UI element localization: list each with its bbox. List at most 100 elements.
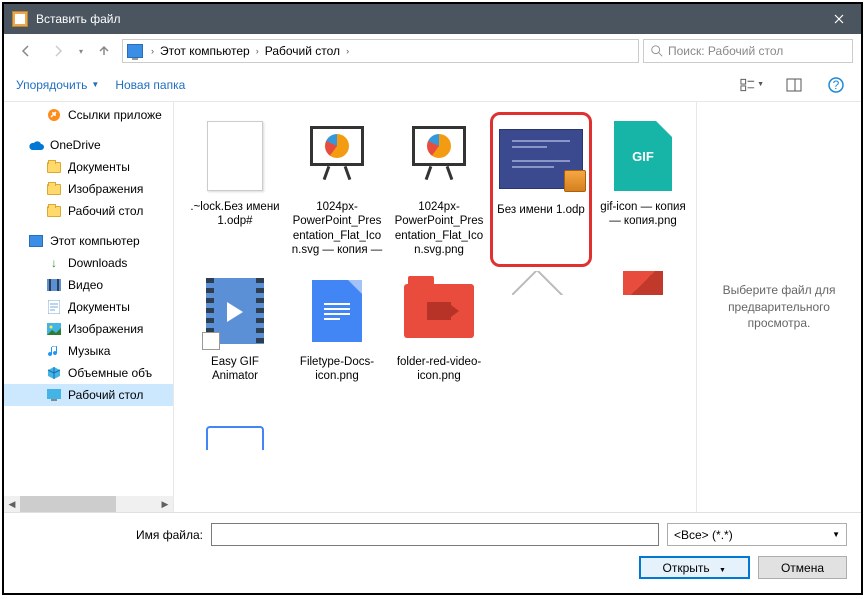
presentation-icon bbox=[409, 126, 469, 186]
new-folder-button[interactable]: Новая папка bbox=[115, 78, 185, 92]
partial-icon bbox=[623, 271, 663, 295]
gif-icon: GIF bbox=[614, 121, 672, 191]
help-button[interactable]: ? bbox=[823, 73, 849, 97]
view-icon bbox=[740, 78, 755, 92]
download-icon: ↓ bbox=[46, 255, 62, 271]
breadcrumb-path[interactable]: › Этот компьютер › Рабочий стол › bbox=[122, 39, 639, 63]
navigation-tree: Ссылки приложе OneDrive Документы Изобра… bbox=[4, 102, 174, 512]
organize-menu[interactable]: Упорядочить▼ bbox=[16, 78, 99, 92]
pc-icon bbox=[28, 233, 44, 249]
up-button[interactable] bbox=[90, 38, 118, 64]
pc-icon bbox=[127, 44, 143, 58]
film-icon bbox=[206, 278, 264, 344]
file-item[interactable]: .~lock.Без имени 1.odp# bbox=[184, 112, 286, 267]
window-title: Вставить файл bbox=[36, 12, 816, 26]
file-item-highlighted[interactable]: Без имени 1.odp bbox=[490, 112, 592, 267]
chevron-right-icon[interactable]: › bbox=[342, 46, 353, 56]
music-icon bbox=[46, 343, 62, 359]
folder-icon bbox=[46, 203, 62, 219]
documents-icon bbox=[46, 299, 62, 315]
onedrive-icon bbox=[28, 137, 44, 153]
title-bar: Вставить файл bbox=[4, 4, 861, 34]
odp-thumbnail bbox=[499, 129, 583, 189]
video-icon bbox=[46, 277, 62, 293]
arrow-left-icon bbox=[18, 43, 34, 59]
scroll-left-icon[interactable]: ◀ bbox=[4, 496, 20, 512]
presentation-icon bbox=[307, 126, 367, 186]
preview-pane-button[interactable] bbox=[781, 73, 807, 97]
folder-red-icon bbox=[404, 284, 474, 338]
chevron-right-icon[interactable]: › bbox=[147, 46, 158, 56]
file-item[interactable]: 1024px-PowerPoint_Presentation_Flat_Icon… bbox=[286, 112, 388, 267]
sidebar-scrollbar[interactable]: ◀▶ bbox=[4, 496, 173, 512]
sidebar-item-app-links[interactable]: Ссылки приложе bbox=[4, 104, 173, 126]
split-caret-icon: ▼ bbox=[719, 567, 726, 574]
file-item-partial[interactable] bbox=[184, 422, 286, 452]
open-button[interactable]: Открыть ▼ bbox=[639, 556, 750, 579]
shortcut-icon bbox=[202, 332, 220, 350]
arrow-right-icon bbox=[50, 43, 66, 59]
file-item[interactable]: Easy GIF Animator bbox=[184, 267, 286, 422]
close-button[interactable] bbox=[816, 4, 861, 34]
breadcrumb-root[interactable]: Этот компьютер bbox=[158, 44, 252, 58]
view-options-button[interactable]: ▼ bbox=[739, 73, 765, 97]
sidebar-item-downloads[interactable]: ↓Downloads bbox=[4, 252, 173, 274]
forward-button[interactable] bbox=[44, 38, 72, 64]
sidebar-item-od-desktop[interactable]: Рабочий стол bbox=[4, 200, 173, 222]
sidebar-item-od-docs[interactable]: Документы bbox=[4, 156, 173, 178]
file-item-partial[interactable] bbox=[592, 267, 694, 297]
svg-text:?: ? bbox=[833, 78, 840, 92]
preview-pane: Выберите файл для предварительного просм… bbox=[696, 102, 861, 512]
partial-icon bbox=[206, 426, 264, 450]
docs-icon bbox=[312, 280, 362, 342]
breadcrumb-folder[interactable]: Рабочий стол bbox=[263, 44, 342, 58]
search-placeholder: Поиск: Рабочий стол bbox=[668, 44, 783, 58]
blank-file-icon bbox=[207, 121, 263, 191]
toolbar: Упорядочить▼ Новая папка ▼ ? bbox=[4, 68, 861, 102]
images-icon bbox=[46, 321, 62, 337]
pane-icon bbox=[786, 78, 802, 92]
cube-icon bbox=[46, 365, 62, 381]
arrow-up-icon bbox=[96, 43, 112, 59]
file-item-partial[interactable] bbox=[490, 267, 592, 297]
app-icon bbox=[12, 11, 28, 27]
main-area: Ссылки приложе OneDrive Документы Изобра… bbox=[4, 102, 861, 512]
dialog-window: Вставить файл ▾ › Этот компьютер › Рабоч… bbox=[2, 2, 863, 595]
partial-icon bbox=[512, 271, 570, 295]
sidebar-item-desktop[interactable]: Рабочий стол bbox=[4, 384, 173, 406]
close-icon bbox=[834, 14, 844, 24]
desktop-icon bbox=[46, 387, 62, 403]
back-button[interactable] bbox=[12, 38, 40, 64]
help-icon: ? bbox=[828, 77, 844, 93]
sidebar-item-images[interactable]: Изображения bbox=[4, 318, 173, 340]
filename-label: Имя файла: bbox=[18, 528, 203, 542]
filename-input[interactable] bbox=[211, 523, 659, 546]
sidebar-item-video[interactable]: Видео bbox=[4, 274, 173, 296]
search-box[interactable]: Поиск: Рабочий стол bbox=[643, 39, 853, 63]
cancel-button[interactable]: Отмена bbox=[758, 556, 847, 579]
sidebar-item-onedrive[interactable]: OneDrive bbox=[4, 134, 173, 156]
history-dropdown[interactable]: ▾ bbox=[76, 41, 86, 61]
link-icon bbox=[46, 107, 62, 123]
file-item[interactable]: GIFgif-icon — копия — копия.png bbox=[592, 112, 694, 267]
sidebar-item-this-pc[interactable]: Этот компьютер bbox=[4, 230, 173, 252]
folder-icon bbox=[46, 181, 62, 197]
scrollbar-thumb[interactable] bbox=[20, 496, 116, 512]
scroll-right-icon[interactable]: ▶ bbox=[157, 496, 173, 512]
filetype-filter[interactable]: <Все> (*.*)▼ bbox=[667, 523, 847, 546]
search-icon bbox=[650, 44, 664, 58]
caret-down-icon: ▼ bbox=[91, 80, 99, 89]
file-list[interactable]: .~lock.Без имени 1.odp# 1024px-PowerPoin… bbox=[174, 102, 696, 512]
folder-icon bbox=[46, 159, 62, 175]
file-item[interactable]: folder-red-video-icon.png bbox=[388, 267, 490, 422]
bottom-panel: Имя файла: <Все> (*.*)▼ Открыть ▼ Отмена bbox=[4, 512, 861, 593]
caret-down-icon: ▼ bbox=[832, 530, 840, 539]
sidebar-item-music[interactable]: Музыка bbox=[4, 340, 173, 362]
sidebar-item-docs[interactable]: Документы bbox=[4, 296, 173, 318]
file-item[interactable]: Filetype-Docs-icon.png bbox=[286, 267, 388, 422]
sidebar-item-od-images[interactable]: Изображения bbox=[4, 178, 173, 200]
file-item[interactable]: 1024px-PowerPoint_Presentation_Flat_Icon… bbox=[388, 112, 490, 267]
address-bar: ▾ › Этот компьютер › Рабочий стол › Поис… bbox=[4, 34, 861, 68]
sidebar-item-3d[interactable]: Объемные объ bbox=[4, 362, 173, 384]
chevron-right-icon[interactable]: › bbox=[252, 46, 263, 56]
